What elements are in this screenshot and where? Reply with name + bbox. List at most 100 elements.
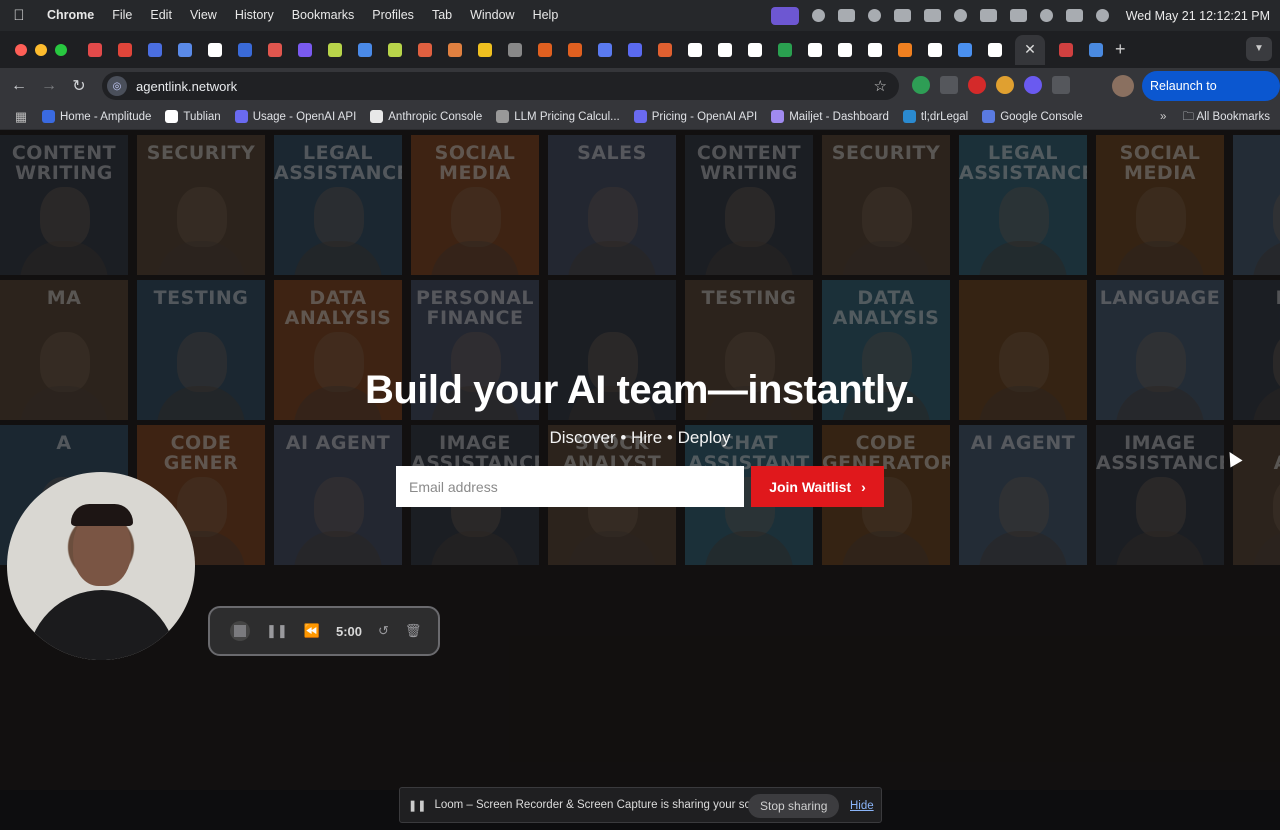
keyboard-icon[interactable] <box>923 9 941 22</box>
close-tab-icon[interactable]: ✕ <box>1024 41 1036 58</box>
battery-icon[interactable] <box>979 9 997 22</box>
tab-favicon[interactable] <box>505 35 524 65</box>
bookmark-star-icon[interactable]: ☆ <box>874 77 887 95</box>
tab-favicon[interactable] <box>595 35 614 65</box>
sync-icon[interactable] <box>893 9 911 22</box>
hide-share-bar-link[interactable]: Hide <box>850 788 874 824</box>
menu-history[interactable]: History <box>226 0 283 31</box>
tab-favicon[interactable] <box>715 35 734 65</box>
site-info-icon[interactable]: ◎ <box>107 76 127 96</box>
control-center-icon[interactable] <box>1065 9 1083 22</box>
tab-favicon[interactable] <box>895 35 914 65</box>
purple-extension-icon[interactable] <box>1024 76 1042 94</box>
apps-grid-icon[interactable]: ▦ <box>0 109 42 125</box>
tab-favicon[interactable] <box>805 35 824 65</box>
menu-view[interactable]: View <box>181 0 226 31</box>
shield-extension-icon[interactable] <box>996 76 1014 94</box>
loom-status-icon[interactable] <box>811 9 825 22</box>
bookmark-item[interactable]: Home - Amplitude <box>42 110 151 123</box>
wifi-icon[interactable] <box>1009 9 1027 22</box>
tab-favicon[interactable] <box>685 35 704 65</box>
menu-edit[interactable]: Edit <box>141 0 181 31</box>
tab-favicon[interactable] <box>775 35 794 65</box>
bookmark-item[interactable]: Pricing - OpenAI API <box>633 110 757 123</box>
tab-favicon[interactable] <box>835 35 854 65</box>
email-input[interactable] <box>396 466 744 507</box>
all-bookmarks-button[interactable]: 🗀 All Bookmarks <box>1182 104 1270 130</box>
screen-share-icon[interactable] <box>770 6 799 25</box>
tab-favicon[interactable] <box>235 35 254 65</box>
bookmark-item[interactable]: Google Console <box>982 110 1083 123</box>
active-tab[interactable]: ✕ <box>1015 34 1045 65</box>
back-icon[interactable]: ← <box>4 77 34 95</box>
moon-icon[interactable] <box>867 9 881 22</box>
tab-favicon[interactable] <box>295 35 314 65</box>
tab-favicon[interactable] <box>115 35 134 65</box>
menu-profiles[interactable]: Profiles <box>363 0 423 31</box>
tab-favicon[interactable] <box>985 35 1004 65</box>
menu-window[interactable]: Window <box>461 0 523 31</box>
relaunch-button[interactable]: Relaunch to update ⋮ <box>1142 71 1280 123</box>
rewind-icon[interactable]: ⏪ <box>304 623 320 639</box>
forward-icon[interactable]: → <box>34 77 64 95</box>
menu-file[interactable]: File <box>103 0 141 31</box>
menu-help[interactable]: Help <box>524 0 568 31</box>
close-window-icon[interactable] <box>15 43 27 56</box>
minimize-window-icon[interactable] <box>35 43 47 56</box>
tab-search-button[interactable]: ▼ <box>1246 37 1272 61</box>
siri-icon[interactable] <box>1095 9 1109 22</box>
tab-favicon[interactable] <box>655 35 674 65</box>
time-machine-icon[interactable] <box>953 9 967 22</box>
url-text[interactable]: agentlink.network <box>136 79 237 94</box>
tab-favicon[interactable] <box>355 35 374 65</box>
new-tab-button[interactable]: + <box>1115 39 1126 60</box>
zoom-window-icon[interactable] <box>55 43 67 56</box>
bookmark-item[interactable]: Anthropic Console <box>370 110 482 123</box>
bookmark-item[interactable]: tl;drLegal <box>902 110 968 123</box>
tab-favicon[interactable] <box>265 35 284 65</box>
tab-favicon[interactable] <box>205 35 224 65</box>
address-bar[interactable]: ◎ agentlink.network ☆ <box>102 72 899 100</box>
menu-tab[interactable]: Tab <box>423 0 461 31</box>
trash-icon[interactable]: 🗑 <box>405 623 422 639</box>
profile-avatar[interactable] <box>1112 75 1134 97</box>
bookmark-item[interactable]: Mailjet - Dashboard <box>771 110 889 123</box>
tab-favicon[interactable] <box>175 35 194 65</box>
tab-favicon[interactable] <box>745 35 764 65</box>
bookmark-item[interactable]: Usage - OpenAI API <box>234 110 356 123</box>
restart-icon[interactable]: ↺ <box>378 623 389 639</box>
webcam-bubble[interactable] <box>7 472 195 660</box>
bookmark-item[interactable]: LLM Pricing Calcul... <box>496 110 620 123</box>
tab-favicon[interactable] <box>565 35 584 65</box>
puzzle-icon[interactable] <box>1052 76 1070 94</box>
tab-favicon[interactable] <box>145 35 164 65</box>
tab-favicon[interactable] <box>445 35 464 65</box>
search-icon[interactable] <box>1039 9 1053 22</box>
more-bookmarks-icon[interactable]: » <box>1160 104 1166 130</box>
menu-bookmarks[interactable]: Bookmarks <box>283 0 364 31</box>
tab-favicon[interactable] <box>955 35 974 65</box>
tab-favicon[interactable] <box>535 35 554 65</box>
bookmark-item[interactable]: Tublian <box>165 110 221 123</box>
menu-app-name[interactable]: Chrome <box>38 0 103 31</box>
reload-icon[interactable]: ↻ <box>64 76 94 96</box>
apple-icon[interactable]:  <box>0 7 38 24</box>
tab-favicon[interactable] <box>865 35 884 65</box>
cloud-icon[interactable] <box>837 9 855 22</box>
pause-icon[interactable]: ❚❚ <box>266 623 288 639</box>
document-extension-icon[interactable] <box>940 76 958 94</box>
stop-recording-button[interactable] <box>230 621 250 641</box>
tab-favicon[interactable] <box>475 35 494 65</box>
grammarly-extension-icon[interactable] <box>912 76 930 94</box>
tab-favicon[interactable] <box>1086 35 1105 65</box>
tab-favicon[interactable] <box>385 35 404 65</box>
tab-favicon[interactable] <box>925 35 944 65</box>
tab-favicon[interactable] <box>625 35 644 65</box>
tab-favicon[interactable] <box>85 35 104 65</box>
tab-favicon[interactable] <box>1056 35 1075 65</box>
stop-sharing-button[interactable]: Stop sharing <box>748 794 840 818</box>
tab-favicon[interactable] <box>325 35 344 65</box>
join-waitlist-button[interactable]: Join Waitlist › <box>751 466 884 507</box>
tab-favicon[interactable] <box>415 35 434 65</box>
red-extension-icon[interactable] <box>968 76 986 94</box>
